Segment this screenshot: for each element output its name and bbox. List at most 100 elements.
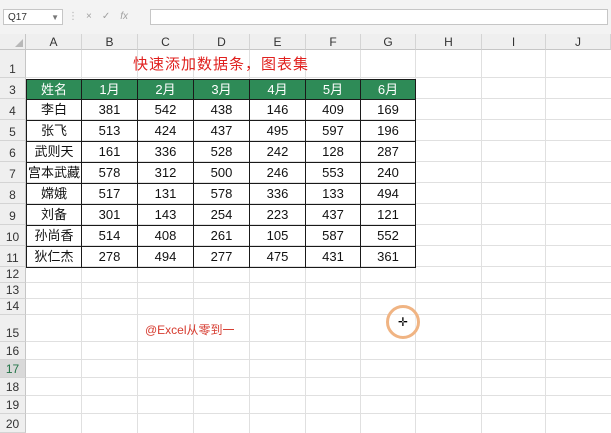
value-cell[interactable]: 517 [82,184,138,205]
name-box[interactable]: Q17 ▼ [3,9,63,25]
value-cell[interactable]: 312 [138,163,194,184]
row-header-7[interactable]: 7 [0,162,26,183]
value-cell[interactable]: 437 [194,121,250,142]
value-cell[interactable]: 105 [250,226,306,247]
value-cell[interactable]: 336 [138,142,194,163]
name-cell[interactable]: 嫦娥 [26,184,82,205]
row-header-9[interactable]: 9 [0,204,26,225]
row-header-20[interactable]: 20 [0,414,26,433]
table-header-cell[interactable]: 3月 [194,79,250,100]
more-icon[interactable]: ⋮ [68,9,78,25]
name-cell[interactable]: 孙尚香 [26,226,82,247]
value-cell[interactable]: 494 [361,184,416,205]
name-cell[interactable]: 张飞 [26,121,82,142]
value-cell[interactable]: 246 [250,163,306,184]
value-cell[interactable]: 381 [82,100,138,121]
table-header-cell[interactable]: 1月 [82,79,138,100]
table-header-cell[interactable]: 姓名 [26,79,82,100]
value-cell[interactable]: 408 [138,226,194,247]
value-cell[interactable]: 475 [250,247,306,268]
value-cell[interactable]: 437 [306,205,361,226]
row-header-1[interactable]: 1 [0,50,26,78]
value-cell[interactable]: 513 [82,121,138,142]
column-header-d[interactable]: D [194,34,250,50]
table-header-cell[interactable]: 2月 [138,79,194,100]
column-header-i[interactable]: I [482,34,546,50]
value-cell[interactable]: 578 [82,163,138,184]
value-cell[interactable]: 121 [361,205,416,226]
value-cell[interactable]: 242 [250,142,306,163]
value-cell[interactable]: 409 [306,100,361,121]
select-all-button[interactable] [0,34,26,50]
value-cell[interactable]: 438 [194,100,250,121]
row-header-14[interactable]: 14 [0,299,26,315]
value-cell[interactable]: 161 [82,142,138,163]
value-cell[interactable]: 514 [82,226,138,247]
row-header-10[interactable]: 10 [0,225,26,246]
row-header-19[interactable]: 19 [0,396,26,414]
value-cell[interactable]: 240 [361,163,416,184]
name-cell[interactable]: 狄仁杰 [26,247,82,268]
table-header-cell[interactable]: 6月 [361,79,416,100]
column-header-c[interactable]: C [138,34,194,50]
name-cell[interactable]: 李白 [26,100,82,121]
column-header-h[interactable]: H [416,34,482,50]
name-cell[interactable]: 宫本武藏 [26,163,82,184]
column-header-g[interactable]: G [361,34,416,50]
row-header-16[interactable]: 16 [0,342,26,360]
name-cell[interactable]: 刘备 [26,205,82,226]
value-cell[interactable]: 424 [138,121,194,142]
value-cell[interactable]: 169 [361,100,416,121]
value-cell[interactable]: 494 [138,247,194,268]
value-cell[interactable]: 597 [306,121,361,142]
row-header-5[interactable]: 5 [0,120,26,141]
value-cell[interactable]: 196 [361,121,416,142]
value-cell[interactable]: 301 [82,205,138,226]
value-cell[interactable]: 128 [306,142,361,163]
sheet-title[interactable]: 快速添加数据条，图表集 [82,52,360,78]
value-cell[interactable]: 528 [194,142,250,163]
row-header-18[interactable]: 18 [0,378,26,396]
value-cell[interactable]: 133 [306,184,361,205]
row-header-4[interactable]: 4 [0,99,26,120]
value-cell[interactable]: 552 [361,226,416,247]
value-cell[interactable]: 361 [361,247,416,268]
row-header-6[interactable]: 6 [0,141,26,162]
row-header-8[interactable]: 8 [0,183,26,204]
row-header-3[interactable]: 3 [0,78,26,99]
column-header-a[interactable]: A [26,34,82,50]
column-header-j[interactable]: J [546,34,611,50]
table-header-cell[interactable]: 4月 [250,79,306,100]
column-header-e[interactable]: E [250,34,306,50]
value-cell[interactable]: 587 [306,226,361,247]
value-cell[interactable]: 143 [138,205,194,226]
value-cell[interactable]: 254 [194,205,250,226]
value-cell[interactable]: 223 [250,205,306,226]
name-cell[interactable]: 武则天 [26,142,82,163]
value-cell[interactable]: 131 [138,184,194,205]
enter-icon[interactable]: ✓ [102,9,110,25]
formula-input[interactable] [150,9,608,25]
value-cell[interactable]: 578 [194,184,250,205]
column-header-b[interactable]: B [82,34,138,50]
value-cell[interactable]: 287 [361,142,416,163]
cancel-icon[interactable]: × [86,9,92,25]
row-header-11[interactable]: 11 [0,246,26,267]
value-cell[interactable]: 336 [250,184,306,205]
row-header-15[interactable]: 15 [0,315,26,342]
column-header-f[interactable]: F [306,34,361,50]
row-header-17[interactable]: 17 [0,360,26,378]
row-header-12[interactable]: 12 [0,267,26,283]
value-cell[interactable]: 431 [306,247,361,268]
chevron-down-icon[interactable]: ▼ [51,10,59,26]
value-cell[interactable]: 261 [194,226,250,247]
value-cell[interactable]: 542 [138,100,194,121]
table-header-cell[interactable]: 5月 [306,79,361,100]
value-cell[interactable]: 277 [194,247,250,268]
value-cell[interactable]: 553 [306,163,361,184]
value-cell[interactable]: 278 [82,247,138,268]
function-icon[interactable]: fx [120,9,128,25]
value-cell[interactable]: 146 [250,100,306,121]
value-cell[interactable]: 495 [250,121,306,142]
value-cell[interactable]: 500 [194,163,250,184]
